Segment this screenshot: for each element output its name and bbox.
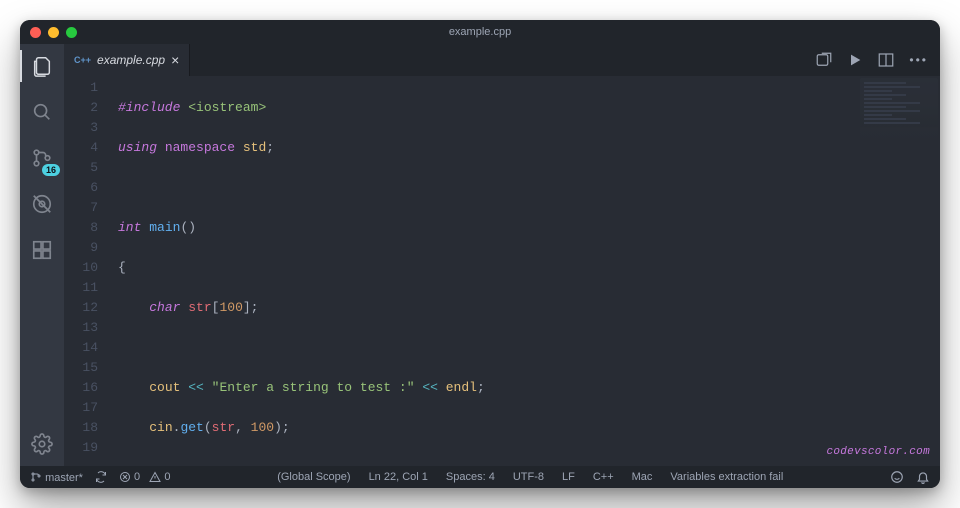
problems-status[interactable]: 0 0 xyxy=(119,471,171,483)
git-branch-status[interactable]: master* xyxy=(30,471,83,484)
cursor-status[interactable]: Ln 22, Col 1 xyxy=(369,471,428,483)
run-icon[interactable] xyxy=(847,52,863,68)
editor-actions: ••• xyxy=(815,44,940,76)
activity-bar: 16 xyxy=(20,44,64,466)
tab-filename: example.cpp xyxy=(97,53,165,67)
split-editor-icon[interactable] xyxy=(877,51,895,69)
language-status[interactable]: C++ xyxy=(593,471,614,483)
watermark-text: codevscolor.com xyxy=(826,442,930,462)
workbench: 16 C++ example.cpp × xyxy=(20,44,940,466)
status-bar: master* 0 0 (Global Scope) Ln 22, Col 1 … xyxy=(20,466,940,488)
window-title: example.cpp xyxy=(20,26,940,38)
more-actions-icon[interactable]: ••• xyxy=(909,53,928,67)
open-changes-icon[interactable] xyxy=(815,51,833,69)
source-control-icon[interactable]: 16 xyxy=(28,144,56,172)
file-lang-badge: C++ xyxy=(74,55,91,65)
code-editor[interactable]: 123 456 789 101112 131415 161718 19 #inc… xyxy=(64,76,940,466)
eol-status[interactable]: LF xyxy=(562,471,575,483)
os-status[interactable]: Mac xyxy=(632,471,653,483)
explorer-icon[interactable] xyxy=(28,52,56,80)
search-icon[interactable] xyxy=(28,98,56,126)
editor-window: example.cpp 16 xyxy=(20,20,940,488)
editor-group: C++ example.cpp × ••• xyxy=(64,44,940,466)
extensions-icon[interactable] xyxy=(28,236,56,264)
tab-bar: C++ example.cpp × ••• xyxy=(64,44,940,76)
tab-example-cpp[interactable]: C++ example.cpp × xyxy=(64,44,190,76)
settings-gear-icon[interactable] xyxy=(28,430,56,458)
debug-icon[interactable] xyxy=(28,190,56,218)
indent-status[interactable]: Spaces: 4 xyxy=(446,471,495,483)
scope-status[interactable]: (Global Scope) xyxy=(277,471,350,483)
extra-status[interactable]: Variables extraction fail xyxy=(670,471,783,483)
encoding-status[interactable]: UTF-8 xyxy=(513,471,544,483)
line-number-gutter: 123 456 789 101112 131415 161718 19 xyxy=(64,76,110,466)
title-bar: example.cpp xyxy=(20,20,940,44)
code-content[interactable]: #include <iostream> using namespace std;… xyxy=(110,76,940,466)
sync-icon[interactable] xyxy=(95,471,107,483)
feedback-icon[interactable] xyxy=(890,470,904,484)
tab-close-icon[interactable]: × xyxy=(171,52,179,68)
notifications-icon[interactable] xyxy=(916,470,930,484)
scm-badge: 16 xyxy=(42,164,60,176)
minimap[interactable] xyxy=(860,78,938,148)
